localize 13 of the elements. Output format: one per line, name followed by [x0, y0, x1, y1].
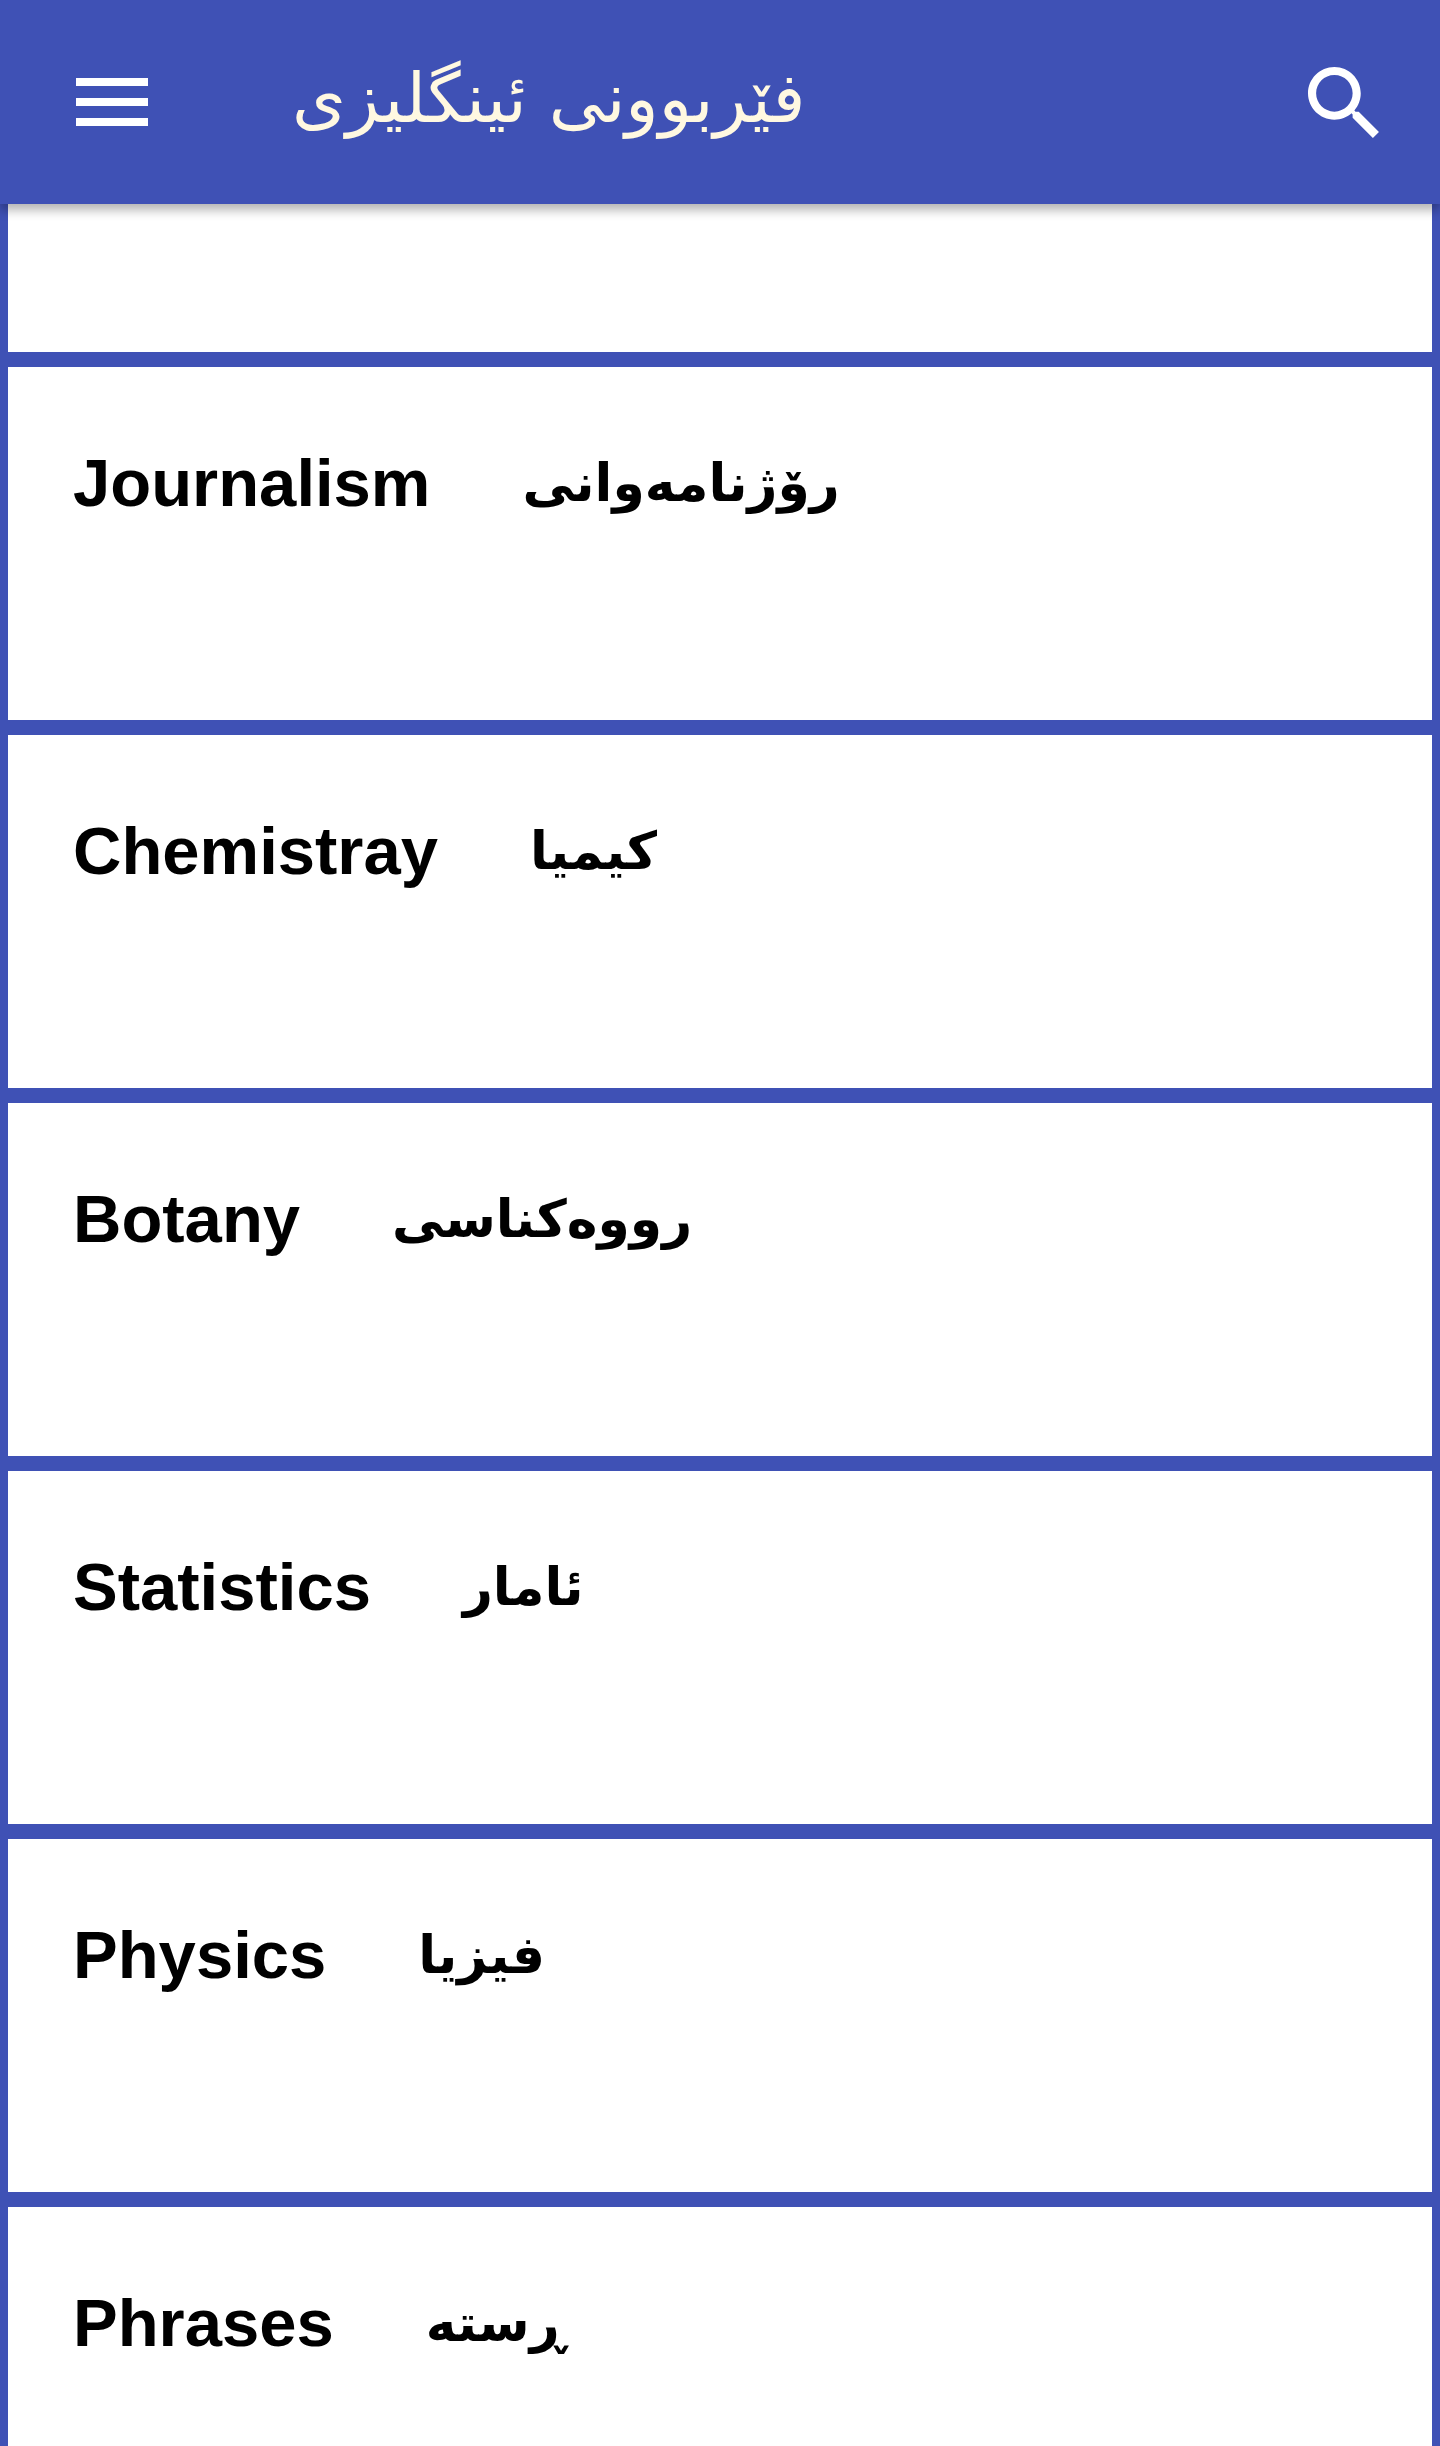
kurdish-word: کیمیا — [529, 820, 658, 883]
menu-icon[interactable] — [76, 78, 148, 126]
kurdish-word: رووەکناسی — [392, 1188, 693, 1252]
english-word: Chemistray — [73, 812, 438, 890]
kurdish-word: ئامار — [462, 1556, 584, 1620]
english-word: Phrases — [73, 2284, 334, 2362]
english-word: Statistics — [73, 1548, 371, 1626]
search-icon[interactable] — [1308, 66, 1379, 138]
kurdish-word: رۆژنامەوانی — [522, 452, 840, 516]
kurdish-word: فیزیا — [418, 1924, 545, 1988]
english-word: Journalism — [73, 444, 431, 522]
english-word: Botany — [73, 1180, 301, 1258]
english-word: Physics — [73, 1916, 327, 1994]
